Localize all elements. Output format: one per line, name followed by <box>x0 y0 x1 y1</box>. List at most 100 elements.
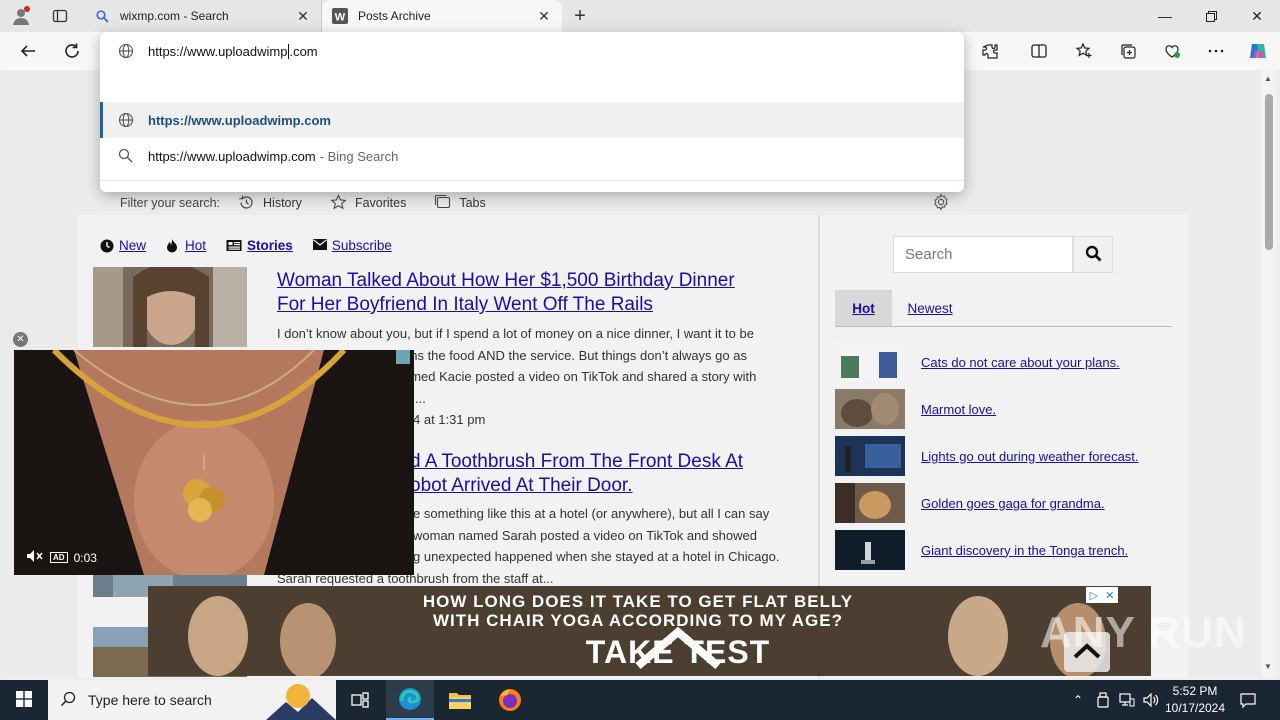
scrollbar-thumb[interactable] <box>1265 94 1273 250</box>
profile-icon[interactable] <box>8 4 34 28</box>
nav-stories-label: Stories <box>247 238 293 253</box>
favorites-icon[interactable] <box>1070 37 1098 65</box>
close-tab-icon[interactable]: ✕ <box>295 8 311 24</box>
tab-actions-icon[interactable] <box>46 4 74 28</box>
address-bar[interactable]: https://www.uploadwimp .com <box>100 32 964 70</box>
minimize-icon[interactable]: — <box>1142 0 1188 32</box>
copilot-icon[interactable] <box>1244 37 1272 65</box>
sidebar-list-item[interactable]: Cats do not care about your plans. <box>835 342 1175 382</box>
filter-tabs-button[interactable]: Tabs <box>434 194 486 212</box>
nav-new-link[interactable]: New <box>100 238 146 253</box>
tab-posts-archive[interactable]: W Posts Archive ✕ <box>322 0 562 32</box>
address-bar-dropdown: https://www.uploadwimp .com https://www.u… <box>100 32 964 211</box>
globe-icon <box>118 43 134 59</box>
banner-cta[interactable]: TAKE TEST <box>478 634 878 671</box>
sidebar-list-item[interactable]: Giant discovery in the Tonga trench. <box>835 530 1175 570</box>
address-typed-text: https://www.uploadwimp <box>148 43 288 59</box>
new-tab-icon[interactable]: + <box>568 4 592 28</box>
search-placeholder: Search <box>905 246 953 263</box>
filter-history-button[interactable]: History <box>238 194 302 212</box>
item-title-link[interactable]: Marmot love. <box>921 402 996 417</box>
edge-taskbar-icon[interactable] <box>386 680 434 720</box>
tab-search[interactable]: wixmp.com - Search ✕ <box>84 0 322 32</box>
sidebar-search-input[interactable]: Search <box>893 236 1073 273</box>
banner-ad[interactable]: HOW LONG DOES IT TAKE TO GET FLAT BELLY … <box>148 586 1151 676</box>
task-view-icon[interactable] <box>336 680 384 720</box>
post-title-line: Woman Talked About How Her $1,500 Birthd… <box>277 270 735 291</box>
sidebar-list-item[interactable]: Marmot love. <box>835 389 1175 429</box>
split-screen-icon[interactable] <box>1025 37 1053 65</box>
start-button[interactable] <box>0 680 48 720</box>
nav-subscribe-link[interactable]: Subscribe <box>312 238 392 253</box>
globe-icon <box>118 112 134 128</box>
ad-choices-icon[interactable]: ▷ ✕ <box>1086 587 1118 603</box>
video-controls: AD 0:03 <box>26 549 97 566</box>
browser-essentials-icon[interactable] <box>1158 37 1186 65</box>
post-title-line: d A Toothbrush From The Front Desk At <box>410 451 744 472</box>
search-icon <box>118 148 134 164</box>
collections-icon[interactable] <box>1114 37 1142 65</box>
scroll-down-arrow-icon[interactable]: ▼ <box>1264 662 1272 671</box>
show-hidden-icons-icon[interactable]: ⌃ <box>1068 680 1088 720</box>
suggestion-bing-search[interactable]: https://www.uploadwimp.com - Bing Search <box>100 138 964 174</box>
nav-subscribe-label: Subscribe <box>331 238 392 253</box>
nav-stories-link[interactable]: Stories <box>226 238 293 253</box>
item-thumbnail <box>835 483 905 523</box>
post-title-line: obot Arrived At Their Door. <box>410 475 633 496</box>
scroll-up-arrow-icon[interactable]: ▲ <box>1264 74 1272 83</box>
floating-video-player[interactable] <box>14 350 414 575</box>
item-title-link[interactable]: Cats do not care about your plans. <box>921 355 1120 370</box>
taskbar-search-placeholder: Type here to search <box>88 692 212 708</box>
item-title-link[interactable]: Lights go out during weather forecast. <box>921 449 1139 464</box>
item-title-link[interactable]: Giant discovery in the Tonga trench. <box>921 543 1128 558</box>
close-video-icon[interactable]: ✕ <box>13 332 28 347</box>
network-icon[interactable] <box>1116 680 1138 720</box>
volume-icon[interactable] <box>1140 680 1162 720</box>
gear-icon[interactable] <box>932 193 950 211</box>
search-filter-bar: Filter your search: History Favorites Ta… <box>100 180 964 224</box>
sidebar-list-item[interactable]: Golden goes gaga for grandma. <box>835 483 1175 523</box>
notifications-icon[interactable] <box>1236 680 1260 720</box>
close-window-icon[interactable]: ✕ <box>1234 0 1280 32</box>
usb-device-icon[interactable] <box>1092 680 1114 720</box>
filter-favorites-button[interactable]: Favorites <box>330 193 407 212</box>
post-date: 4 at 1:31 pm <box>413 412 486 427</box>
restore-icon[interactable] <box>1188 0 1234 32</box>
taskbar-clock[interactable]: 5:52 PM 10/17/2024 <box>1160 683 1230 717</box>
suggestion-text: https://www.uploadwimp.com <box>148 112 331 128</box>
post-title-line: For Her Boyfriend In Italy Went Off The … <box>277 294 653 315</box>
taskbar-search-box[interactable]: Type here to search <box>48 680 336 720</box>
newspaper-icon <box>226 239 242 253</box>
page-scrollbar[interactable]: ▲ ▼ <box>1262 70 1276 678</box>
close-tab-icon[interactable]: ✕ <box>536 8 552 24</box>
extensions-icon[interactable] <box>977 37 1005 65</box>
filter-favorites-label: Favorites <box>354 195 407 210</box>
sidebar-tab-newest[interactable]: Newest <box>898 290 962 326</box>
tabs-icon <box>434 194 452 212</box>
sidebar-list-item[interactable]: Lights go out during weather forecast. <box>835 436 1175 476</box>
post-thumbnail[interactable] <box>93 263 247 347</box>
sidebar-tab-hot[interactable]: Hot <box>835 290 892 326</box>
star-icon <box>330 193 348 212</box>
item-thumbnail <box>835 342 905 382</box>
site-nav: New Hot Stories Subscribe <box>100 238 412 253</box>
banner-subheadline: WITH CHAIR YOGA ACCORDING TO MY AGE? <box>432 611 843 630</box>
item-thumbnail <box>835 389 905 429</box>
post-title-link[interactable]: Woman Talked About How Her $1,500 Birthd… <box>277 269 797 317</box>
sidebar-search-button[interactable] <box>1073 236 1113 273</box>
envelope-icon <box>312 238 327 253</box>
file-explorer-icon[interactable] <box>436 680 484 720</box>
mute-icon[interactable] <box>26 549 44 566</box>
firefox-icon[interactable] <box>486 680 534 720</box>
item-thumbnail <box>835 530 905 570</box>
more-options-icon[interactable] <box>1202 37 1230 65</box>
refresh-icon[interactable] <box>58 37 86 65</box>
nav-hot-link[interactable]: Hot <box>166 238 206 253</box>
item-title-link[interactable]: Golden goes gaga for grandma. <box>921 496 1105 511</box>
clock-date: 10/17/2024 <box>1164 701 1226 715</box>
suggestion-url[interactable]: https://www.uploadwimp.com <box>100 102 964 138</box>
search-icon <box>94 8 110 24</box>
post-title-link[interactable]: d A Toothbrush From The Front Desk At ob… <box>410 450 810 498</box>
back-icon[interactable] <box>14 37 42 65</box>
video-frame <box>14 350 414 575</box>
